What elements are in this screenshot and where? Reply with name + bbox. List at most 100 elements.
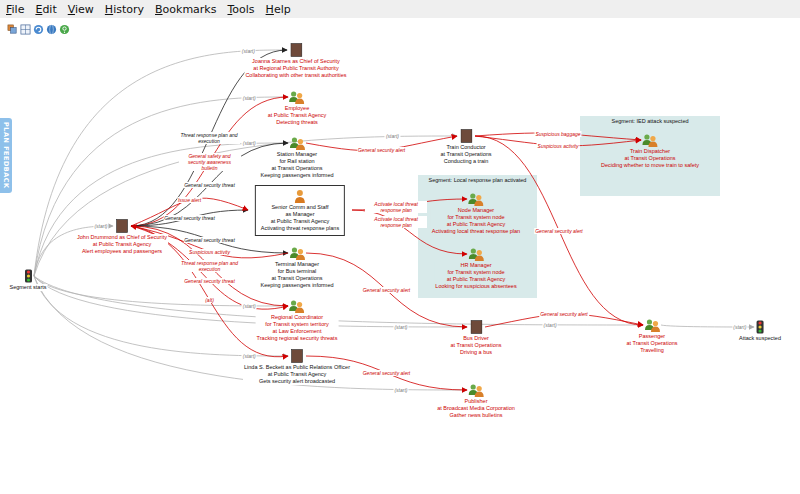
grid-icon[interactable] [20,24,31,35]
diagram-node[interactable]: Station Managerfor Rail stationat Transi… [259,136,334,179]
photo [470,320,482,334]
edge-label: (start) [93,223,108,229]
edge-label: General security alert [362,370,412,376]
diagram-node[interactable]: Passengerat Transit OperationsTravelling [625,318,678,354]
edge-line [34,50,287,276]
photo [290,43,302,57]
diagram-node[interactable]: Bus Driverat Transit OperationsDriving a… [449,320,502,356]
node-label: Publisherat Broadcast Media CorporationG… [436,398,516,419]
edge-label: General security threat [183,278,236,284]
traffic-light-icon [24,269,32,283]
layers-icon[interactable] [7,24,18,35]
edge-label: Suspicious activity [188,249,231,255]
edge-label: General safety and security awareness bu… [179,153,241,171]
node-label: Bus Driverat Transit OperationsDriving a… [449,335,502,356]
menu-item[interactable]: History [102,3,150,16]
edge-label: General security threat [183,182,236,188]
edge-label: (start) [242,140,257,146]
edge-label: Suspicious baggage [534,131,581,137]
people-icon [289,299,305,313]
edge-label: (start) [543,322,558,328]
help-icon[interactable] [59,24,70,35]
refresh-icon[interactable] [33,24,44,35]
edge-label: Activate local threat response plan [365,201,427,213]
edge-line [34,97,288,276]
diagram-node[interactable]: Joanna Starnes as Chief of Securityat Re… [244,43,347,79]
globe-icon[interactable] [46,24,57,35]
edge-layer [0,40,800,494]
edge-label: Issue alert [177,197,202,203]
node-label: John Drummond as Chief of Securityat Pub… [76,234,168,255]
edge-label: General security threat [183,237,236,243]
edge-line [34,136,457,276]
diagram-canvas: Segment: IED attack suspected Segment: Lo… [0,40,800,494]
segment-title: Segment: IED attack suspected [580,116,720,125]
edge-label: Suspicious activity [537,143,580,149]
people-icon [468,192,484,206]
people-icon [468,383,484,397]
edge-line [34,276,288,306]
edge-label: Activate local threat response plan [365,216,427,228]
traffic-light-icon [756,320,764,334]
diagram-node[interactable]: Linda S. Beckett as Public Relations Off… [243,349,351,385]
edge-label: General security threat [163,215,216,221]
diagram-node[interactable]: HR Managerfor Transit system nodeat Publ… [434,247,517,290]
menu-item[interactable]: File [3,3,30,16]
diagram-node[interactable]: Train Conductorat Transit OperationsCond… [439,129,492,165]
node-label: Train Dispatcherat Transit OperationsDec… [600,148,700,169]
edge-label: Threat response plan and execution [179,260,241,272]
person-icon [294,189,306,203]
diagram-node[interactable]: Senior Comm and Staffas Managerat Public… [255,185,345,236]
node-label: Senior Comm and Staffas Managerat Public… [260,204,340,232]
edge-label: General security alert [362,287,412,293]
edge-line [34,276,467,327]
node-label: Segment starts [9,284,48,291]
people-icon [468,247,484,261]
app-window: FileEditViewHistoryBookmarksToolsHelp Seg… [0,0,800,494]
edge-line [34,143,288,276]
edge-label: (start) [242,353,257,359]
diagram-node[interactable]: Node Managerfor Transit system nodeat Pu… [431,192,521,235]
node-label: HR Managerfor Transit system nodeat Publ… [434,262,517,290]
photo [116,219,128,233]
plan-feedback-tab[interactable]: PLAN FEEDBACK [0,118,12,193]
diagram-node[interactable]: John Drummond as Chief of Securityat Pub… [76,219,168,255]
node-label: Attack suspected [738,335,782,342]
people-icon [289,90,305,104]
edge-line [34,276,643,325]
segment-title: Segment: Local response plan activated [418,175,537,184]
people-icon [289,246,305,260]
edge-label: General security alert [539,311,589,317]
diagram-node[interactable]: Publisherat Broadcast Media CorporationG… [436,383,516,419]
edge-label: (start) [393,324,408,330]
node-label: Joanna Starnes as Chief of Securityat Re… [244,58,347,79]
menu-bar: FileEditViewHistoryBookmarksToolsHelp [0,0,800,18]
diagram-node[interactable]: Terminal Managerfor Bus terminalat Trans… [259,246,334,289]
menu-item[interactable]: Tools [224,3,260,16]
node-label: Station Managerfor Rail stationat Transi… [259,151,334,179]
node-label: Employeeat Public Transit AgencyDetectin… [267,105,328,126]
edge-label: General security alert [357,147,407,153]
diagram-node[interactable]: Employeeat Public Transit AgencyDetectin… [267,90,328,126]
toolbar [0,18,800,40]
edge-line [34,276,467,390]
node-label: Node Managerfor Transit system nodeat Pu… [431,207,521,235]
diagram-node[interactable]: Segment starts [9,269,48,291]
menu-item[interactable]: Bookmarks [152,3,222,16]
diagram-node[interactable]: Train Dispatcherat Transit OperationsDec… [600,133,700,169]
node-label: Linda S. Beckett as Public Relations Off… [243,364,351,385]
menu-item[interactable]: Edit [32,3,62,16]
diagram-node[interactable]: Regional Coordinatorfor Transit system t… [256,299,339,342]
edge-label: (alt) [204,297,215,303]
people-icon [289,136,305,150]
photo [291,349,303,363]
photo [460,129,472,143]
edge-label: General security alert [534,228,584,234]
menu-item[interactable]: Help [263,3,297,16]
edge-label: (start) [732,324,747,330]
edge-line [34,276,288,356]
node-label: Terminal Managerfor Bus terminalat Trans… [259,261,334,289]
node-label: Train Conductorat Transit OperationsCond… [439,144,492,165]
menu-item[interactable]: View [65,3,100,16]
node-label: Regional Coordinatorfor Transit system t… [256,314,339,342]
